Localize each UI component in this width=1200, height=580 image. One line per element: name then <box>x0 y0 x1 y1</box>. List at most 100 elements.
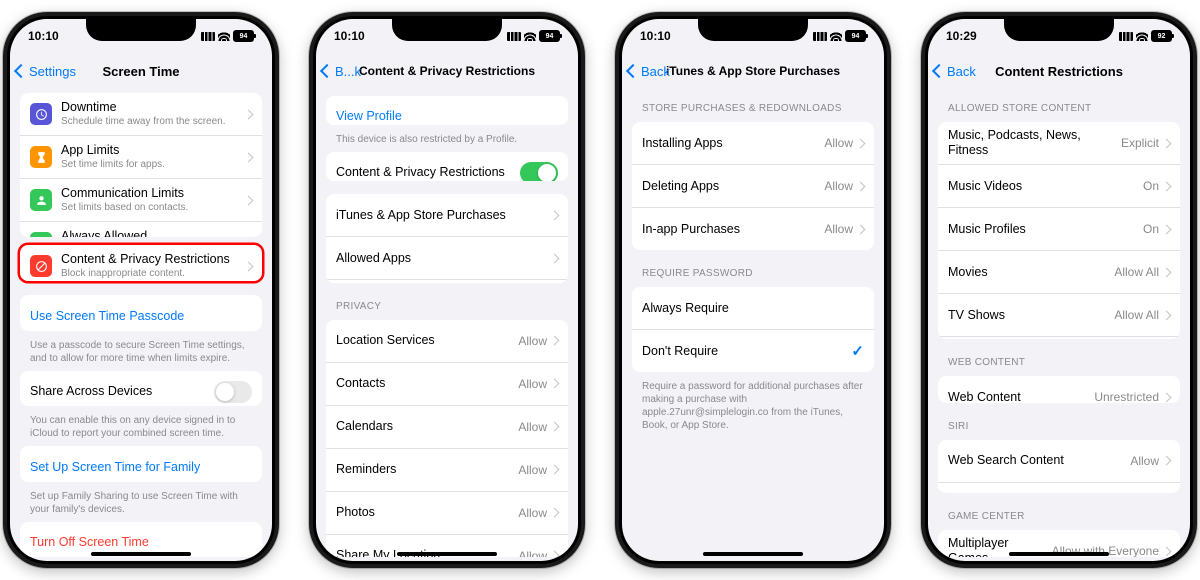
battery-icon: 92 <box>1151 30 1172 42</box>
settings-cell[interactable]: BooksExplicit <box>938 336 1180 339</box>
settings-cell[interactable]: Music ProfilesOn <box>938 207 1180 250</box>
cell-value: Allow <box>824 179 853 193</box>
settings-cell[interactable]: Always AllowedChoose apps to allow at al… <box>20 221 262 237</box>
back-button[interactable]: B...k <box>322 64 361 79</box>
home-indicator[interactable] <box>397 552 497 556</box>
settings-cell[interactable]: TV ShowsAllow All <box>938 293 1180 336</box>
settings-group: iTunes & App Store PurchasesAllowed Apps… <box>326 194 568 283</box>
signal-icon <box>1119 32 1133 41</box>
toggle-switch[interactable] <box>214 381 252 403</box>
wifi-icon <box>830 32 842 41</box>
chevron-right-icon <box>550 465 560 475</box>
cell-label: Use Screen Time Passcode <box>30 309 252 324</box>
cell-value: Allow All <box>1114 308 1159 322</box>
settings-cell[interactable]: Location ServicesAllow <box>326 320 568 362</box>
back-button[interactable]: Back <box>628 64 670 79</box>
cell-value: On <box>1143 179 1159 193</box>
chevron-right-icon <box>856 181 866 191</box>
settings-group: Web ContentUnrestricted <box>938 376 1180 403</box>
chevron-right-icon <box>550 551 560 557</box>
chevron-right-icon <box>856 138 866 148</box>
settings-cell[interactable]: Use Screen Time Passcode <box>20 295 262 330</box>
home-indicator[interactable] <box>91 552 191 556</box>
cell-label: Music Videos <box>948 179 1143 194</box>
settings-group: Installing AppsAllowDeleting AppsAllowIn… <box>632 122 874 250</box>
settings-cell[interactable]: View Profile <box>326 96 568 125</box>
chevron-right-icon <box>1162 267 1172 277</box>
settings-cell[interactable]: PhotosAllow <box>326 491 568 534</box>
wifi-icon <box>1136 32 1148 41</box>
cell-label: Set Up Screen Time for Family <box>30 460 252 475</box>
cell-label: View Profile <box>336 109 558 124</box>
cell-label: Web Content <box>948 390 1094 403</box>
settings-cell[interactable]: DowntimeSchedule time away from the scre… <box>20 93 262 135</box>
settings-cell[interactable]: Communication LimitsSet limits based on … <box>20 178 262 221</box>
group-footer: Use a passcode to secure Screen Time set… <box>10 335 272 367</box>
cell-label: Communication Limits <box>61 186 245 201</box>
chevron-right-icon <box>550 253 560 263</box>
chevron-right-icon <box>1162 224 1172 234</box>
settings-group: Always RequireDon't Require✓ <box>632 287 874 372</box>
cell-value: Allow All <box>1114 265 1159 279</box>
check-icon <box>30 232 52 237</box>
settings-cell[interactable]: Music, Podcasts, News, FitnessExplicit <box>938 122 1180 164</box>
settings-cell[interactable]: Web ContentUnrestricted <box>938 376 1180 403</box>
cell-sublabel: Set time limits for apps. <box>61 159 245 171</box>
nav-bar: B...kContent & Privacy Restrictions <box>316 53 578 89</box>
toggle-switch[interactable] <box>520 162 558 181</box>
cell-label: App Limits <box>61 143 245 158</box>
signal-icon <box>507 32 521 41</box>
settings-group: DowntimeSchedule time away from the scre… <box>20 93 262 237</box>
settings-cell[interactable]: Explicit LanguageAllow <box>938 482 1180 494</box>
settings-group: Location ServicesAllowContactsAllowCalen… <box>326 320 568 557</box>
settings-cell[interactable]: Content & Privacy RestrictionsBlock inap… <box>20 245 262 280</box>
chevron-right-icon <box>1162 138 1172 148</box>
settings-cell[interactable]: Music VideosOn <box>938 164 1180 207</box>
chevron-right-icon <box>1162 310 1172 320</box>
settings-cell[interactable]: App LimitsSet time limits for apps. <box>20 135 262 178</box>
cell-label: Content & Privacy Restrictions <box>336 165 520 180</box>
settings-group: Music, Podcasts, News, FitnessExplicitMu… <box>938 122 1180 339</box>
cell-value: Allow <box>824 222 853 236</box>
settings-cell[interactable]: CalendarsAllow <box>326 405 568 448</box>
chevron-right-icon <box>244 109 254 119</box>
cell-value: On <box>1143 222 1159 236</box>
group-footer: You can enable this on any device signed… <box>10 410 272 442</box>
battery-icon: 94 <box>845 30 866 42</box>
back-button[interactable]: Settings <box>16 64 76 79</box>
settings-cell[interactable]: MoviesAllow All <box>938 250 1180 293</box>
home-indicator[interactable] <box>703 552 803 556</box>
group-header: Game Center <box>928 497 1190 526</box>
group-header: Siri <box>928 407 1190 436</box>
chevron-right-icon <box>244 195 254 205</box>
wifi-icon <box>524 32 536 41</box>
settings-cell[interactable]: Web Search ContentAllow <box>938 440 1180 482</box>
cell-label: Location Services <box>336 333 518 348</box>
settings-cell[interactable]: Installing AppsAllow <box>632 122 874 164</box>
settings-cell[interactable]: Don't Require✓ <box>632 329 874 372</box>
back-label: Back <box>641 64 670 79</box>
settings-cell[interactable]: Share Across Devices <box>20 371 262 406</box>
settings-cell[interactable]: Always Require <box>632 287 874 329</box>
chevron-left-icon <box>932 64 946 78</box>
settings-cell[interactable]: Content Restrictions <box>326 279 568 283</box>
settings-cell[interactable]: RemindersAllow <box>326 448 568 491</box>
settings-cell[interactable]: Set Up Screen Time for Family <box>20 446 262 481</box>
battery-icon: 94 <box>539 30 560 42</box>
group-header: Allowed Store Content <box>928 89 1190 118</box>
chevron-right-icon <box>550 508 560 518</box>
cell-value: Explicit <box>1121 136 1159 150</box>
settings-group: View Profile <box>326 96 568 125</box>
settings-cell[interactable]: Deleting AppsAllow <box>632 164 874 207</box>
cell-label: Deleting Apps <box>642 179 824 194</box>
settings-cell[interactable]: ContactsAllow <box>326 362 568 405</box>
chevron-right-icon <box>244 152 254 162</box>
chevron-right-icon <box>856 224 866 234</box>
settings-cell[interactable]: In-app PurchasesAllow <box>632 207 874 250</box>
back-button[interactable]: Back <box>934 64 976 79</box>
settings-cell[interactable]: Allowed Apps <box>326 236 568 279</box>
settings-cell[interactable]: iTunes & App Store Purchases <box>326 194 568 236</box>
settings-cell[interactable]: Content & Privacy Restrictions <box>326 152 568 181</box>
back-label: Back <box>947 64 976 79</box>
home-indicator[interactable] <box>1009 552 1109 556</box>
